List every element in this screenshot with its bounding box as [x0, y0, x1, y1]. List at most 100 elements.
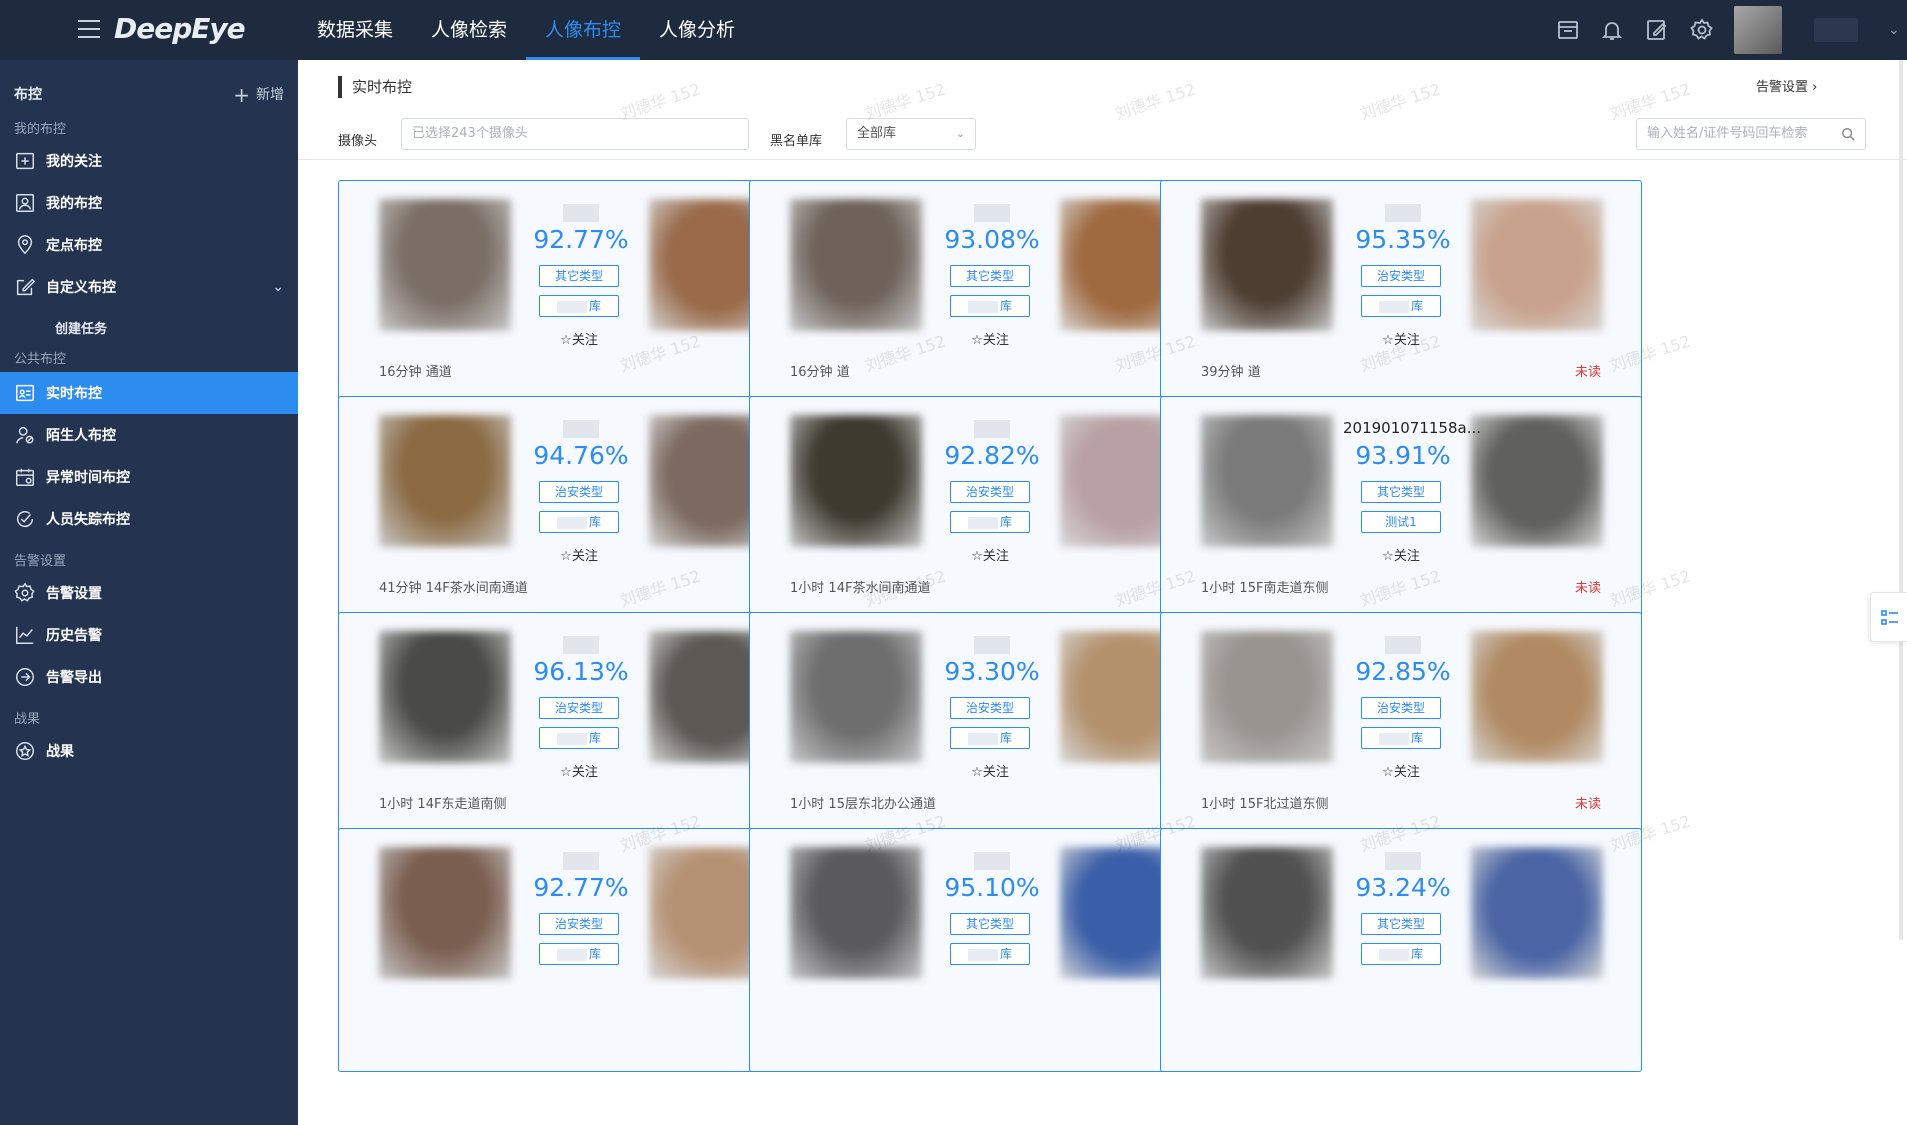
library-tag: 库	[950, 511, 1030, 533]
library-name-blur	[556, 300, 587, 313]
capture-location: 道	[1247, 365, 1261, 380]
capture-face-image[interactable]	[379, 847, 511, 979]
sidebar-item-my-control[interactable]: 我的布控	[0, 182, 298, 224]
list-view-toggle[interactable]	[1870, 592, 1907, 642]
alarm-card[interactable]: 92.82%治安类型库☆关注1小时 14F茶水间南通道未读	[749, 396, 1231, 640]
sidebar-item-results[interactable]: 战果	[0, 730, 298, 772]
capture-face-image[interactable]	[379, 415, 511, 547]
realtime-icon	[14, 382, 36, 404]
capture-face-image[interactable]	[790, 847, 922, 979]
monitor-icon[interactable]	[1556, 18, 1580, 42]
camera-select-input[interactable]: 已选择243个摄像头	[401, 118, 749, 150]
library-tag: 库	[1361, 727, 1441, 749]
person-name	[932, 417, 1052, 439]
capture-face-image[interactable]	[790, 199, 922, 331]
nav-tab-face-search[interactable]: 人像检索	[412, 0, 526, 60]
follow-button[interactable]: ☆关注	[539, 761, 619, 780]
search-input[interactable]: 输入姓名/证件号码回车检索	[1636, 118, 1866, 150]
nav-tab-face-analysis[interactable]: 人像分析	[640, 0, 754, 60]
chevron-down-icon[interactable]: ⌄	[1888, 22, 1900, 38]
avatar[interactable]	[1734, 6, 1782, 54]
capture-time: 39分钟	[1201, 365, 1244, 380]
alarm-card[interactable]: 93.24%其它类型库☆关注 未读	[1160, 828, 1642, 1072]
scrollbar-thumb[interactable]	[1899, 60, 1903, 940]
group-results: 战果	[14, 712, 41, 727]
edit-icon[interactable]	[1645, 18, 1669, 42]
category-tag: 其它类型	[1361, 913, 1441, 935]
alarm-card[interactable]: 94.76%治安类型库☆关注41分钟 14F茶水间南通道未读	[338, 396, 820, 640]
sidebar-item-abnormal-time[interactable]: 异常时间布控	[0, 456, 298, 498]
follow-button[interactable]: ☆关注	[950, 329, 1030, 348]
settings-icon[interactable]	[1690, 18, 1714, 42]
sidebar-item-alarm-export[interactable]: 告警导出	[0, 656, 298, 698]
sidebar-item-custom[interactable]: 自定义布控 ⌄	[0, 266, 298, 308]
alarm-card[interactable]: 95.10%其它类型库☆关注 未读	[749, 828, 1231, 1072]
capture-location: 通道	[425, 365, 452, 380]
person-name	[932, 849, 1052, 871]
blacklist-select[interactable]: 全部库 ⌄	[846, 118, 976, 150]
alarm-card[interactable]: 92.77%治安类型库☆关注 未读	[338, 828, 820, 1072]
chevron-down-icon[interactable]: ⌄	[272, 279, 284, 295]
capture-location: 道	[836, 365, 850, 380]
follow-button[interactable]: ☆关注	[950, 545, 1030, 564]
capture-meta: 1小时 15层东北办公通道	[790, 793, 936, 812]
sidebar-item-history-alarm[interactable]: 历史告警	[0, 614, 298, 656]
hamburger-menu-icon[interactable]	[78, 20, 100, 38]
capture-face-image[interactable]	[790, 415, 922, 547]
alarm-card[interactable]: 93.08%其它类型库☆关注16分钟 道未读	[749, 180, 1231, 424]
capture-face-image[interactable]	[790, 631, 922, 763]
app-logo[interactable]: DeepEye	[114, 12, 246, 45]
person-name	[1343, 201, 1463, 223]
alarm-card[interactable]: 92.85% 治安类型库 ☆关注 1小时 15F北过道东侧 未读	[1160, 612, 1642, 856]
alarm-card[interactable]: 92.77%其它类型库☆关注16分钟 通道未读	[338, 180, 820, 424]
capture-face-image[interactable]	[1201, 847, 1333, 979]
capture-face-image[interactable]	[1201, 199, 1333, 331]
alarm-settings-link[interactable]: 告警设置 ›	[1756, 76, 1817, 95]
sidebar-item-missing[interactable]: 人员失踪布控	[0, 498, 298, 540]
user-name[interactable]	[1814, 18, 1858, 42]
capture-time: 1小时	[1201, 581, 1236, 596]
nav-tab-data-collection[interactable]: 数据采集	[298, 0, 412, 60]
sidebar-item-fixed-point[interactable]: 定点布控	[0, 224, 298, 266]
category-tag: 治安类型	[1361, 265, 1441, 287]
sidebar-item-my-follow[interactable]: 我的关注	[0, 140, 298, 182]
library-face-image[interactable]	[1471, 847, 1603, 979]
alarm-card[interactable]: 93.30%治安类型库☆关注1小时 15层东北办公通道未读	[749, 612, 1231, 856]
capture-face-image[interactable]	[379, 199, 511, 331]
follow-button[interactable]: ☆关注	[539, 329, 619, 348]
follow-button[interactable]: ☆关注	[539, 545, 619, 564]
group-alarm-settings: 告警设置	[14, 554, 67, 569]
sidebar-sub-create-task[interactable]: 创建任务	[55, 318, 107, 337]
sidebar-item-alarm-settings[interactable]: 告警设置	[0, 572, 298, 614]
library-face-image[interactable]	[1471, 631, 1603, 763]
alarm-card[interactable]: 201901071158a... 93.91% 其它类型 测试1 ☆关注 1小时 15F南…	[1160, 396, 1642, 640]
top-bar: DeepEye 数据采集 人像检索 人像布控 人像分析 ⌄	[0, 0, 1907, 60]
library-name-blur	[1378, 948, 1409, 961]
sidebar-item-stranger[interactable]: 陌生人布控	[0, 414, 298, 456]
follow-button[interactable]: ☆关注	[950, 761, 1030, 780]
nav-tab-face-control[interactable]: 人像布控	[526, 0, 641, 60]
follow-button[interactable]: ☆关注	[1361, 761, 1441, 780]
category-tag: 其它类型	[1361, 481, 1441, 503]
library-face-image[interactable]	[1471, 199, 1603, 331]
sidebar-item-realtime[interactable]: 实时布控	[0, 372, 298, 414]
library-name: 库	[588, 515, 601, 529]
capture-location: 15F北过道东侧	[1239, 797, 1329, 812]
follow-button[interactable]: ☆关注	[1361, 329, 1441, 348]
add-control-button[interactable]: + 新增	[233, 83, 284, 107]
capture-face-image[interactable]	[1201, 631, 1333, 763]
chevron-down-icon: ⌄	[955, 127, 965, 140]
top-nav: 数据采集 人像检索 人像布控 人像分析	[298, 0, 754, 60]
bell-icon[interactable]	[1600, 18, 1624, 42]
follow-button[interactable]: ☆关注	[1361, 545, 1441, 564]
similarity-score: 92.85%	[1355, 657, 1451, 686]
capture-face-image[interactable]	[1201, 415, 1333, 547]
alarm-card[interactable]: 95.35% 治安类型库 ☆关注 39分钟 道 未读	[1160, 180, 1642, 424]
location-pin-icon	[14, 234, 36, 256]
person-name	[932, 201, 1052, 223]
person-name	[521, 417, 641, 439]
library-face-image[interactable]	[1471, 415, 1603, 547]
category-tag: 治安类型	[950, 697, 1030, 719]
alarm-card[interactable]: 96.13%治安类型库☆关注1小时 14F东走道南侧未读	[338, 612, 820, 856]
capture-face-image[interactable]	[379, 631, 511, 763]
